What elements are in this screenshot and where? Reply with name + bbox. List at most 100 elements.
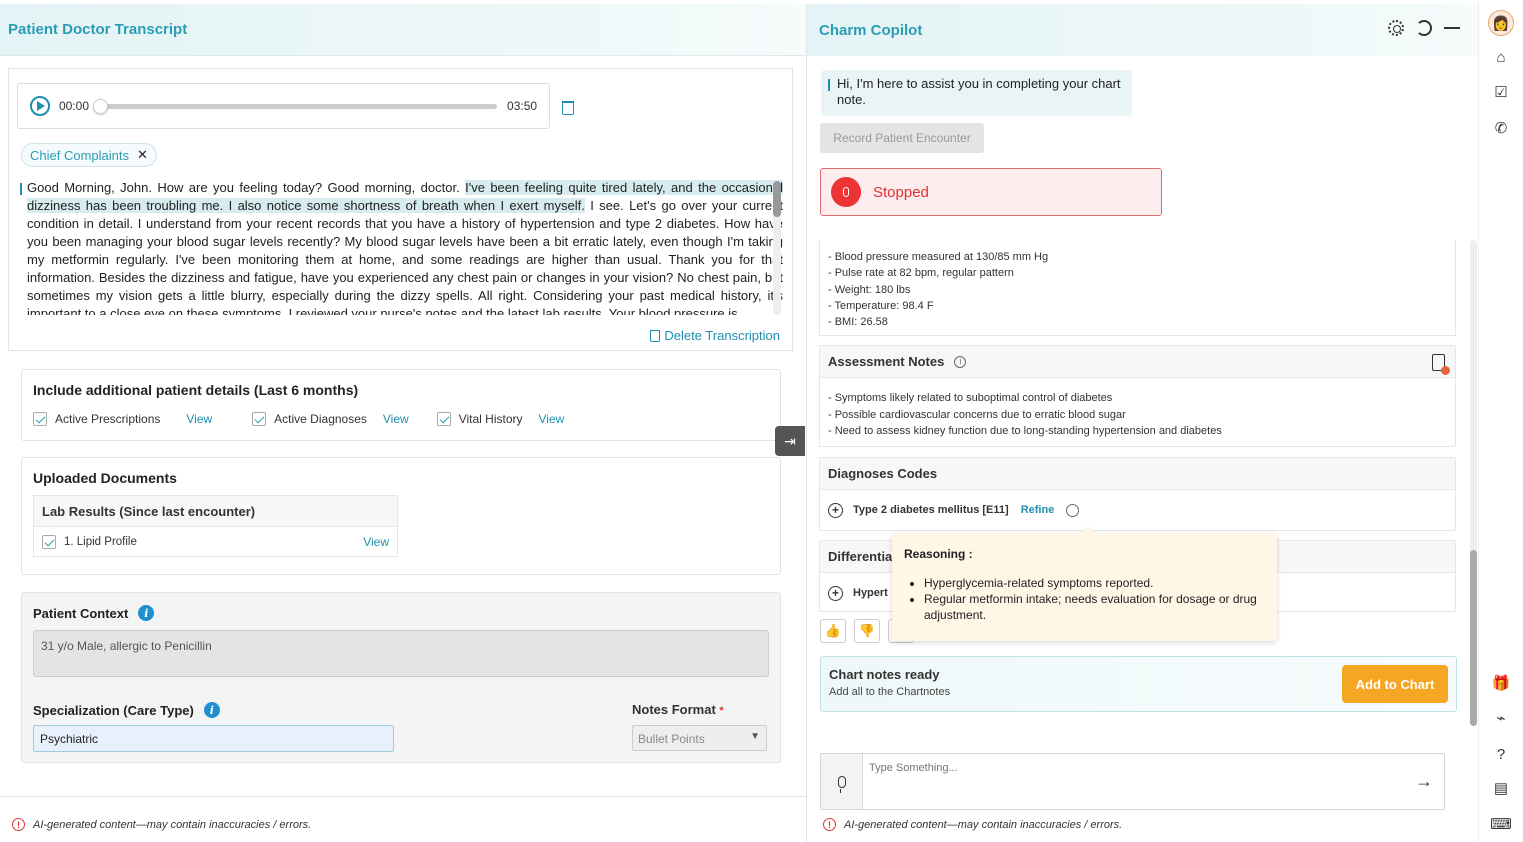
view-diagnoses-link[interactable]: View — [383, 412, 409, 426]
assessment-line: - Need to assess kidney function due to … — [828, 425, 1222, 437]
view-prescriptions-link[interactable]: View — [186, 412, 212, 426]
add-to-chart-button[interactable]: Add to Chart — [1342, 665, 1448, 703]
view-vitals-link[interactable]: View — [538, 412, 564, 426]
active-prescriptions-label: Active Prescriptions — [55, 412, 161, 426]
notes-format-value: Bullet Points — [638, 732, 705, 746]
vital-line: - BMI: 26.58 — [828, 316, 888, 329]
reasoning-list: Hyperglycemia-related symptoms reported.… — [924, 575, 1265, 623]
notes-format-label: Notes Format * — [632, 702, 724, 717]
keyboard-icon[interactable]: ⌨ — [1490, 815, 1512, 833]
reasoning-point: Hyperglycemia-related symptoms reported. — [924, 575, 1265, 591]
close-icon[interactable]: ✕ — [137, 147, 148, 163]
specialization-header: Specialization (Care Type) i — [33, 702, 220, 718]
assessment-line: - Possible cardiovascular concerns due t… — [828, 408, 1126, 421]
assessment-notes-title: Assessment Notes — [828, 354, 945, 369]
handover-icon[interactable]: ⌂ — [1492, 48, 1510, 66]
transcript-scrollbar[interactable] — [773, 181, 781, 315]
assessment-notes-section: Assessment Notes i - Symptoms likely rel… — [819, 345, 1456, 447]
chart-ready-banner: Chart notes ready Add all to the Chartno… — [820, 656, 1457, 712]
vitals-notes: - Blood pressure measured at 130/85 mm H… — [819, 240, 1456, 336]
copilot-scrollbar[interactable] — [1470, 240, 1477, 726]
add-circle-icon[interactable]: + — [828, 502, 843, 518]
seek-thumb[interactable] — [93, 98, 109, 114]
mic-icon[interactable] — [831, 177, 861, 207]
refresh-icon[interactable] — [1416, 20, 1432, 36]
chief-complaints-chip[interactable]: Chief Complaints ✕ — [21, 143, 157, 167]
delete-transcription-button[interactable]: Delete Transcription — [650, 328, 780, 343]
uploaded-documents-title: Uploaded Documents — [33, 470, 177, 486]
clipboard-add-icon[interactable] — [1432, 354, 1450, 375]
lipid-profile-row: 1. Lipid Profile View — [34, 527, 397, 557]
plugin-icon[interactable]: ⌁ — [1492, 709, 1510, 727]
vital-line: - Weight: 180 lbs — [828, 283, 911, 296]
assessment-notes-header: Assessment Notes i — [820, 346, 1455, 378]
notes-format-text: Notes Format — [632, 702, 716, 717]
header-actions — [1388, 20, 1460, 36]
trash-icon — [650, 329, 661, 342]
send-arrow-icon[interactable]: → — [1404, 754, 1444, 809]
collapse-panel-button[interactable]: ⇥ — [775, 426, 805, 456]
notes-format-select[interactable]: Bullet Points ▼ — [632, 725, 767, 751]
avatar[interactable]: 👩 — [1488, 10, 1514, 36]
play-icon[interactable] — [30, 96, 50, 116]
ai-disclaimer-text: AI-generated content—may contain inaccur… — [844, 818, 1123, 831]
gear-icon[interactable] — [1388, 20, 1404, 36]
checkbox-active-diagnoses[interactable] — [252, 412, 267, 426]
patient-context-textarea[interactable]: 31 y/o Male, allergic to Penicillin — [33, 630, 769, 677]
ai-disclaimer-text: AI-generated content—may contain inaccur… — [33, 818, 312, 831]
layout-icon[interactable]: ▤ — [1492, 779, 1510, 797]
total-time: 03:50 — [507, 99, 538, 113]
vital-line: - Temperature: 98.4 F — [828, 299, 934, 312]
specialization-input[interactable]: Psychiatric — [33, 725, 394, 752]
patient-context-title: Patient Context — [33, 605, 129, 621]
refine-link[interactable]: Refine — [1021, 504, 1055, 516]
vital-history-label: Vital History — [458, 412, 523, 426]
checklist-icon[interactable]: ☑ — [1492, 83, 1510, 101]
mic-icon — [837, 775, 846, 793]
reasoning-point: Regular metformin intake; needs evaluati… — [924, 591, 1265, 623]
required-mark: * — [719, 705, 724, 717]
checkbox-vital-history[interactable] — [436, 412, 451, 426]
checkbox-lipid-profile[interactable] — [42, 535, 56, 549]
checkbox-active-prescriptions[interactable] — [33, 412, 47, 426]
info-icon[interactable]: i — [138, 605, 155, 621]
reasoning-tooltip: Reasoning : Hyperglycemia-related sympto… — [892, 525, 1277, 641]
right-rail: 👩 ⌂ ☑ ✆ 🎁 ⌁ ? ▤ ⌨ — [1478, 0, 1523, 842]
chat-input-bar: → — [820, 753, 1445, 810]
assessment-line: - Symptoms likely related to suboptimal … — [828, 392, 1113, 404]
diagnosis-row: + Type 2 diabetes mellitus [E11] Refine — [820, 490, 1455, 530]
text-caret — [20, 183, 22, 195]
app-root: Patient Doctor Transcript 00:00 03:50 Ch… — [0, 0, 1523, 842]
add-circle-icon[interactable]: + — [828, 585, 843, 601]
additional-details-card: Include additional patient details (Last… — [21, 369, 781, 441]
phone-icon[interactable]: ✆ — [1492, 119, 1510, 137]
recording-status: Stopped — [820, 168, 1162, 216]
diagnoses-codes-header: Diagnoses Codes — [820, 458, 1455, 490]
diagnoses-codes-section: Diagnoses Codes + Type 2 diabetes mellit… — [819, 457, 1456, 531]
chevron-down-icon: ▼ — [750, 731, 760, 742]
transcript-text[interactable]: Good Morning, John. How are you feeling … — [27, 179, 783, 315]
diagnosis-code: Type 2 diabetes mellitus [E11] — [853, 504, 1009, 516]
voice-input-button[interactable] — [821, 754, 863, 809]
ai-disclaimer: ! AI-generated content—may contain inacc… — [12, 818, 311, 831]
info-icon[interactable]: i — [203, 702, 220, 718]
thumbs-up-icon[interactable]: 👍 — [820, 619, 846, 643]
gift-icon[interactable]: 🎁 — [1492, 674, 1511, 692]
recording-status-label: Stopped — [873, 183, 929, 201]
assistant-greeting: Hi, I'm here to assist you in completing… — [821, 70, 1132, 116]
divider — [0, 796, 806, 797]
record-encounter-button[interactable]: Record Patient Encounter — [820, 123, 984, 153]
chat-input[interactable] — [863, 754, 1404, 782]
thumbs-down-icon[interactable]: 👎 — [854, 619, 880, 643]
help-icon[interactable]: ? — [1492, 745, 1510, 763]
minimize-icon[interactable] — [1444, 27, 1460, 29]
trash-icon[interactable] — [562, 101, 574, 115]
copilot-panel: Charm Copilot Hi, I'm here to assist you… — [806, 4, 1478, 842]
differential-code: Hypert — [853, 587, 888, 599]
info-icon[interactable]: i — [954, 355, 967, 368]
ai-disclaimer: ! AI-generated content—may contain inacc… — [823, 818, 1122, 831]
reasoning-icon[interactable] — [1066, 503, 1080, 517]
audio-seek-bar[interactable] — [93, 98, 498, 114]
view-lipid-profile-link[interactable]: View — [363, 535, 389, 549]
transcript-text-after: I see. Let's go over your current condit… — [27, 198, 783, 315]
